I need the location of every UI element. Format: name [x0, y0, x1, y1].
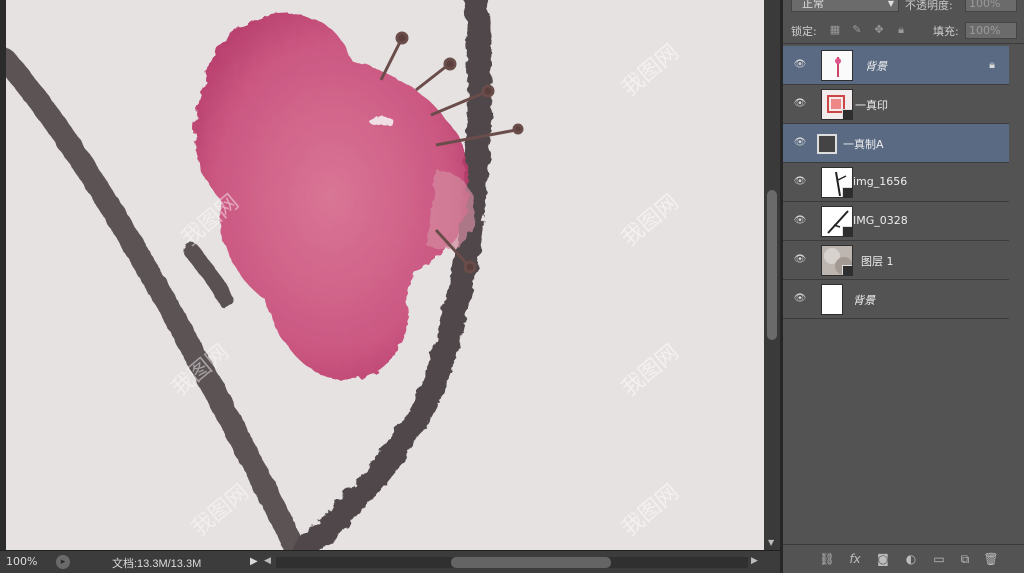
layer-list: 👁︎ 背景 🔒︎ 👁︎ 一真印 👁︎ 一真制A 👁︎ img_1656 👁︎ I…: [783, 46, 1024, 319]
lock-move-icon[interactable]: ✥: [873, 24, 885, 36]
lock-label: 锁定:: [791, 25, 817, 38]
layers-panel-footer: ⛓ fx ◙ ◐ ▭ ⧉ 🗑︎: [783, 544, 1024, 573]
watermark-text: 我图网: [187, 480, 254, 542]
scroll-down-arrow-icon[interactable]: ▼: [768, 539, 774, 547]
link-icon[interactable]: ⛓: [819, 551, 835, 567]
layer-row[interactable]: 👁︎ 图层 1: [783, 241, 1009, 280]
status-bar: 100% ▸ 文档:13.3M/13.3M ▶ ◀ ▶: [0, 550, 780, 573]
scroll-right-arrow-icon[interactable]: ▶: [751, 556, 758, 566]
scroll-left-arrow-icon[interactable]: ◀: [264, 556, 271, 566]
visibility-eye-icon[interactable]: 👁︎: [793, 215, 807, 227]
zoom-level[interactable]: 100%: [6, 555, 46, 568]
layer-name[interactable]: 背景: [853, 292, 875, 308]
visibility-eye-icon[interactable]: 👁︎: [793, 137, 807, 149]
watermark-text: 我图网: [617, 40, 684, 102]
visibility-eye-icon[interactable]: 👁︎: [793, 176, 807, 188]
opacity-label: 不透明度:: [905, 0, 953, 12]
layer-lock-icon: 🔒︎: [989, 58, 995, 71]
layers-panel: 正常 ▼ 不透明度: 100% 锁定: ▦ ✎ ✥ 🔒︎ 填充: 100% 👁︎…: [780, 0, 1024, 573]
horizontal-scroll-thumb[interactable]: [451, 557, 611, 568]
smart-object-icon: [842, 109, 852, 119]
fill-input[interactable]: 100%: [965, 22, 1017, 39]
chevron-down-icon: ▼: [887, 0, 894, 8]
vertical-scroll-thumb[interactable]: [767, 190, 777, 340]
layer-row[interactable]: 👁︎ IMG_0328: [783, 202, 1009, 241]
layer-name[interactable]: 一真印: [855, 97, 888, 113]
vertical-scrollbar[interactable]: ▼: [764, 0, 780, 550]
layer-row[interactable]: 👁︎ 一真制A: [783, 124, 1009, 163]
layer-row[interactable]: 👁︎ 背景: [783, 280, 1009, 319]
lock-all-icon[interactable]: 🔒︎: [895, 24, 907, 36]
lock-brush-icon[interactable]: ✎: [851, 24, 863, 36]
layer-row[interactable]: 👁︎ 背景 🔒︎: [783, 46, 1009, 85]
document-canvas-area[interactable]: 我图网 我图网 我图网 我图网 我图网 我图网 我图网: [0, 0, 764, 550]
folder-icon[interactable]: ▭: [931, 551, 947, 567]
layer-thumbnail: [821, 50, 853, 81]
layer-row[interactable]: 👁︎ img_1656: [783, 163, 1009, 202]
lock-transparent-icon[interactable]: ▦: [829, 24, 841, 36]
artwork: 我图网 我图网 我图网 我图网 我图网 我图网 我图网: [6, 0, 684, 550]
clipping-mask-icon: [817, 134, 837, 154]
layer-row[interactable]: 👁︎ 一真印: [783, 85, 1009, 124]
adjustment-icon[interactable]: ◐: [903, 551, 919, 567]
trash-icon[interactable]: 🗑︎: [983, 551, 999, 567]
smart-object-icon: [842, 187, 852, 197]
layer-thumbnail: [821, 206, 853, 237]
smart-object-icon: [842, 265, 852, 275]
layer-thumbnail: [821, 167, 853, 198]
visibility-eye-icon[interactable]: 👁︎: [793, 293, 807, 305]
visibility-eye-icon[interactable]: 👁︎: [793, 59, 807, 71]
watermark-text: 我图网: [617, 340, 684, 402]
layer-name[interactable]: 一真制A: [843, 136, 884, 152]
horizontal-scrollbar[interactable]: [276, 557, 748, 568]
canvas[interactable]: 我图网 我图网 我图网 我图网 我图网 我图网 我图网: [6, 0, 764, 550]
document-info: 文档:13.3M/13.3M: [112, 558, 202, 570]
visibility-eye-icon[interactable]: 👁︎: [793, 98, 807, 110]
layer-name[interactable]: 背景: [865, 58, 887, 74]
zoom-menu-icon[interactable]: ▸: [56, 555, 70, 569]
layer-thumbnail: [821, 245, 853, 276]
blend-mode-value: 正常: [802, 0, 824, 10]
status-menu-arrow-icon[interactable]: ▶: [250, 556, 258, 567]
watermark-text: 我图网: [617, 480, 684, 542]
mask-icon[interactable]: ◙: [875, 551, 891, 567]
layer-thumbnail: [821, 89, 853, 120]
layer-thumbnail: [821, 284, 843, 315]
fill-label: 填充:: [933, 25, 959, 38]
fx-icon[interactable]: fx: [847, 551, 863, 567]
new-layer-icon[interactable]: ⧉: [957, 551, 973, 567]
blend-options-row: 正常 ▼ 不透明度: 100%: [783, 0, 1024, 16]
visibility-eye-icon[interactable]: 👁︎: [793, 254, 807, 266]
blend-mode-select[interactable]: 正常 ▼: [791, 0, 899, 12]
opacity-input[interactable]: 100%: [965, 0, 1017, 12]
lock-row: 锁定: ▦ ✎ ✥ 🔒︎ 填充: 100%: [783, 18, 1024, 44]
smart-object-icon: [842, 226, 852, 236]
watermark-text: 我图网: [617, 190, 684, 252]
layer-name[interactable]: IMG_0328: [853, 214, 908, 227]
layer-name[interactable]: 图层 1: [861, 253, 894, 269]
layer-name[interactable]: img_1656: [853, 175, 907, 188]
